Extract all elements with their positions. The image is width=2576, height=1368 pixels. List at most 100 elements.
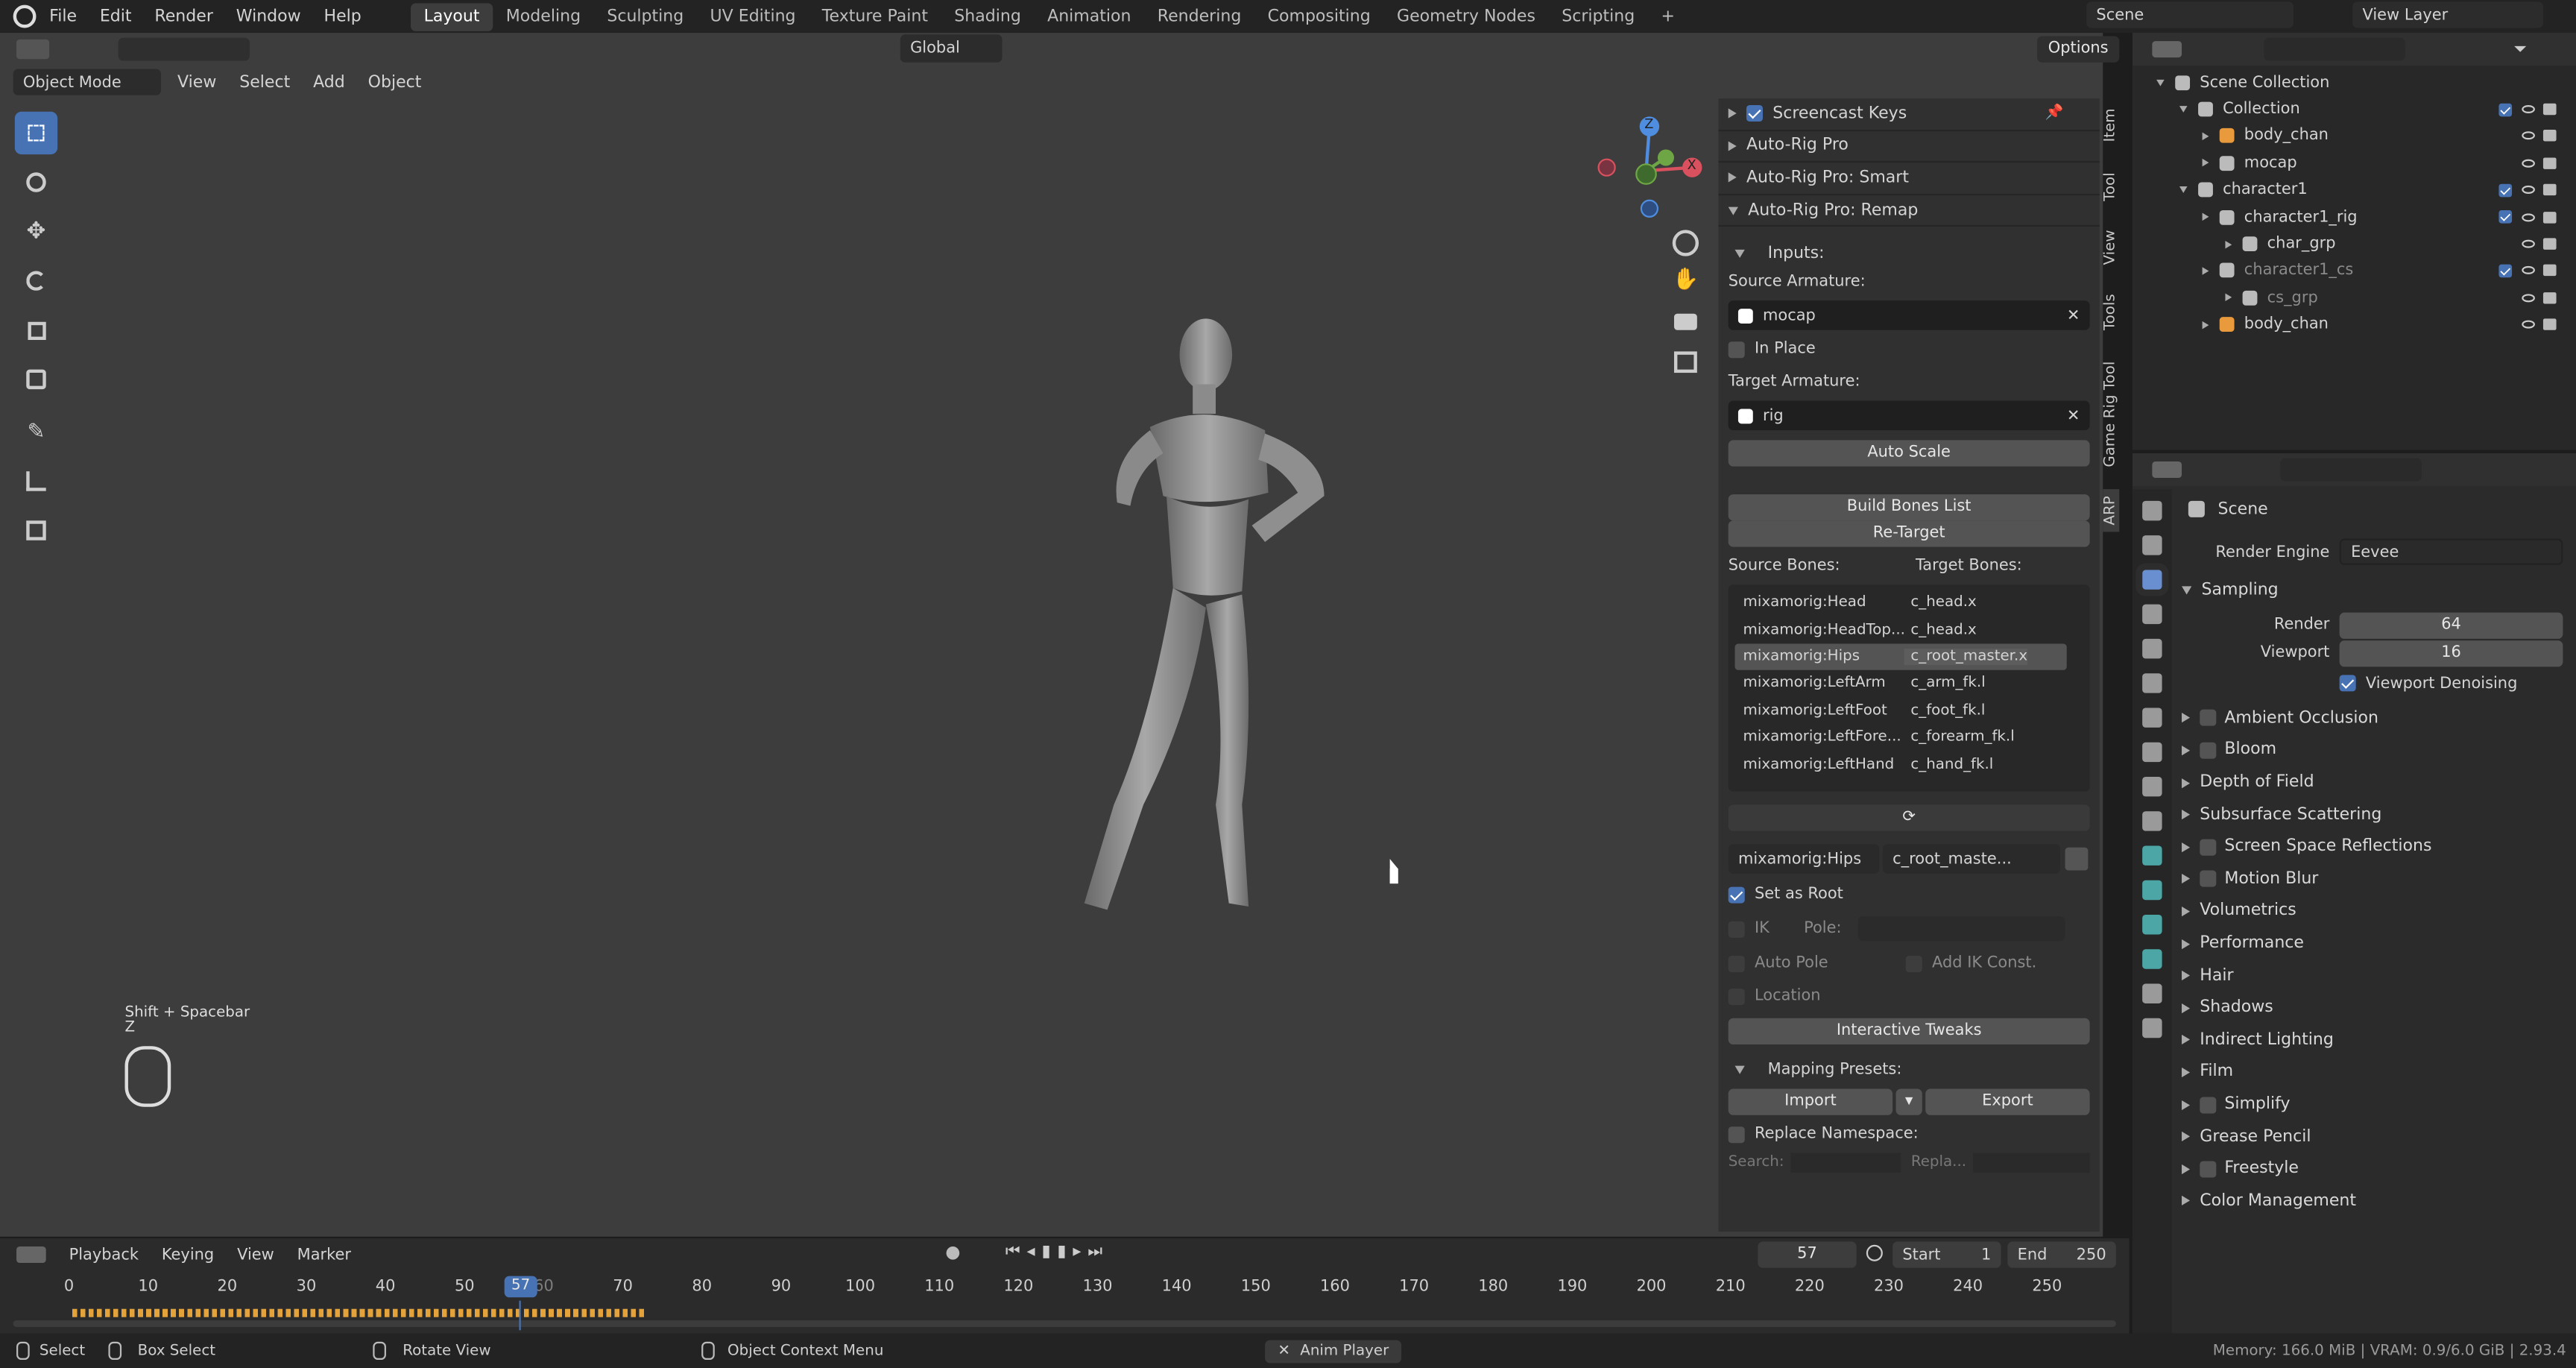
pin-icon[interactable]: 📌 xyxy=(2045,106,2064,122)
menu-window[interactable]: Window xyxy=(236,7,301,25)
section-enable-checkbox[interactable] xyxy=(2200,871,2217,888)
add-cube-tool-icon[interactable] xyxy=(15,509,57,552)
bone-mapping-row[interactable]: mixamorig:HeadTop... c_head.x xyxy=(1735,617,2067,643)
viewport-denoising-checkbox[interactable] xyxy=(2339,675,2356,692)
current-frame-field[interactable]: 57 xyxy=(1758,1241,1857,1268)
timeline-menu-view[interactable]: View xyxy=(237,1246,274,1264)
eye-icon[interactable] xyxy=(2522,212,2535,221)
viewport-menu-view[interactable]: View xyxy=(177,73,216,91)
timeline-menu-keying[interactable]: Keying xyxy=(162,1246,214,1264)
viewport-samples-field[interactable]: 16 xyxy=(2339,640,2563,666)
measure-tool-icon[interactable] xyxy=(15,460,57,502)
section-enable-checkbox[interactable] xyxy=(2200,839,2217,856)
bone-mapping-row[interactable]: mixamorig:LeftHand c_hand_fk.l xyxy=(1735,751,2067,778)
exclude-checkbox[interactable] xyxy=(2498,210,2513,224)
properties-search[interactable] xyxy=(2280,458,2422,482)
properties-tab-icon[interactable] xyxy=(2142,776,2162,797)
location-checkbox[interactable] xyxy=(1728,988,1745,1005)
property-section[interactable]: Film xyxy=(2182,1056,2569,1088)
outliner-row[interactable]: body_chan xyxy=(2133,123,2576,150)
outliner-row[interactable]: mocap xyxy=(2133,150,2576,177)
auto-scale-button[interactable]: Auto Scale xyxy=(1728,440,2090,467)
properties-tab-icon[interactable] xyxy=(2142,845,2162,866)
camera-icon[interactable] xyxy=(2542,103,2557,116)
select-tool-icon[interactable] xyxy=(14,111,58,155)
properties-tab-icon[interactable] xyxy=(2142,880,2162,901)
object-mode-dropdown[interactable]: Object Mode xyxy=(13,69,162,95)
properties-tab-icon[interactable] xyxy=(2142,535,2162,555)
import-dropdown[interactable]: ▾ xyxy=(1895,1088,1922,1115)
interactive-tweaks-button[interactable]: Interactive Tweaks xyxy=(1728,1018,2090,1045)
workspace-tab-scripting[interactable]: Scripting xyxy=(1549,2,1648,30)
property-section[interactable]: Performance xyxy=(2182,927,2569,959)
exclude-checkbox[interactable] xyxy=(2498,183,2513,197)
property-section[interactable]: Freestyle xyxy=(2182,1153,2569,1185)
playback-controls[interactable]: ⏮◂▮▮▸⏭ xyxy=(1006,1244,1109,1261)
property-section[interactable]: Indirect Lighting xyxy=(2182,1024,2569,1056)
workspace-tab-sculpting[interactable]: Sculpting xyxy=(594,2,697,30)
playhead-frame-label[interactable]: 57 xyxy=(504,1276,537,1298)
outliner-row[interactable]: character1 xyxy=(2133,177,2576,204)
workspace-tab-animation[interactable]: Animation xyxy=(1034,2,1144,30)
target-armature-field[interactable]: rig ✕ xyxy=(1728,400,2090,431)
bone-mapping-row[interactable]: mixamorig:LeftFoot c_foot_fk.l xyxy=(1735,697,2067,724)
replace-namespace-checkbox[interactable] xyxy=(1728,1126,1745,1143)
camera-icon[interactable] xyxy=(2542,318,2557,331)
menu-file[interactable]: File xyxy=(49,7,77,25)
property-section[interactable]: Ambient Occlusion xyxy=(2182,702,2569,734)
clear-icon[interactable]: ✕ xyxy=(2067,406,2080,424)
properties-tab-icon[interactable] xyxy=(2142,638,2162,659)
camera-icon[interactable] xyxy=(2542,291,2557,304)
outliner-row[interactable]: Scene Collection xyxy=(2133,69,2576,96)
filter-icon[interactable]: ⏷ xyxy=(2513,40,2527,58)
anim-player-badge[interactable]: ✕ Anim Player xyxy=(1264,1339,1402,1363)
outliner-row[interactable]: cs_grp xyxy=(2133,284,2576,311)
cursor-tool-icon[interactable] xyxy=(15,161,57,204)
bone-mapping-row[interactable]: mixamorig:Head c_head.x xyxy=(1735,590,2067,617)
workspace-tab-shading[interactable]: Shading xyxy=(941,2,1035,30)
properties-tab-icon[interactable] xyxy=(2142,983,2162,1003)
menu-help[interactable]: Help xyxy=(324,7,362,25)
menu-edit[interactable]: Edit xyxy=(100,7,132,25)
expand-icon[interactable] xyxy=(2225,294,2232,302)
outliner-row[interactable]: character1_cs xyxy=(2133,257,2576,284)
view-layer-selector[interactable]: View Layer xyxy=(2352,1,2543,28)
eye-icon[interactable] xyxy=(2522,186,2535,195)
expand-icon[interactable] xyxy=(2202,212,2209,221)
viewport-menu-add[interactable]: Add xyxy=(313,73,345,91)
timeline-menu-marker[interactable]: Marker xyxy=(297,1246,351,1264)
replace-field[interactable] xyxy=(1972,1153,2090,1173)
select-mode-icons[interactable] xyxy=(118,37,250,61)
inputs-toggle-icon[interactable] xyxy=(1734,248,1745,257)
n-panel-tab-arp[interactable]: ARP xyxy=(2103,489,2120,532)
property-section[interactable]: Shadows xyxy=(2182,992,2569,1024)
eye-icon[interactable] xyxy=(2522,132,2535,141)
n-panel-tab-tools[interactable]: Tools xyxy=(2103,288,2119,337)
bones-list[interactable]: mixamorig:Head c_head.x mixamorig:HeadTop.… xyxy=(1728,584,2090,792)
transform-tool-icon[interactable] xyxy=(15,358,57,400)
export-button[interactable]: Export xyxy=(1925,1088,2090,1115)
blender-logo-icon[interactable] xyxy=(13,4,37,28)
properties-tab-icon[interactable] xyxy=(2142,1018,2162,1038)
eye-icon[interactable] xyxy=(2522,239,2535,248)
options-dropdown[interactable]: Options xyxy=(2037,36,2120,63)
outliner-search[interactable] xyxy=(2264,37,2405,61)
import-button[interactable]: Import xyxy=(1728,1088,1893,1115)
ik-checkbox[interactable] xyxy=(1728,920,1745,937)
in-place-checkbox[interactable] xyxy=(1728,341,1745,358)
keyframe-strip[interactable] xyxy=(72,1308,645,1317)
bone-mapping-row[interactable]: mixamorig:LeftArm c_arm_fk.l xyxy=(1735,670,2067,697)
workspace-tab-rendering[interactable]: Rendering xyxy=(1144,2,1254,30)
camera-icon[interactable] xyxy=(2542,211,2557,223)
editor-type-icon[interactable] xyxy=(2152,461,2182,479)
visibility-toggles[interactable] xyxy=(2522,291,2557,304)
source-bone-selector[interactable]: mixamorig:Hips xyxy=(1728,844,1880,874)
n-panel-tab-tool[interactable]: Tool xyxy=(2103,165,2119,207)
visibility-toggles[interactable] xyxy=(2522,130,2557,142)
expand-icon[interactable] xyxy=(2179,106,2188,113)
workspace-tab-geometry-nodes[interactable]: Geometry Nodes xyxy=(1383,2,1548,30)
n-panel-tab-view[interactable]: View xyxy=(2103,224,2119,272)
pole-field[interactable] xyxy=(1857,916,2065,942)
timeline-scrollbar[interactable] xyxy=(13,1320,2116,1327)
auto-pole-checkbox[interactable] xyxy=(1728,954,1745,972)
